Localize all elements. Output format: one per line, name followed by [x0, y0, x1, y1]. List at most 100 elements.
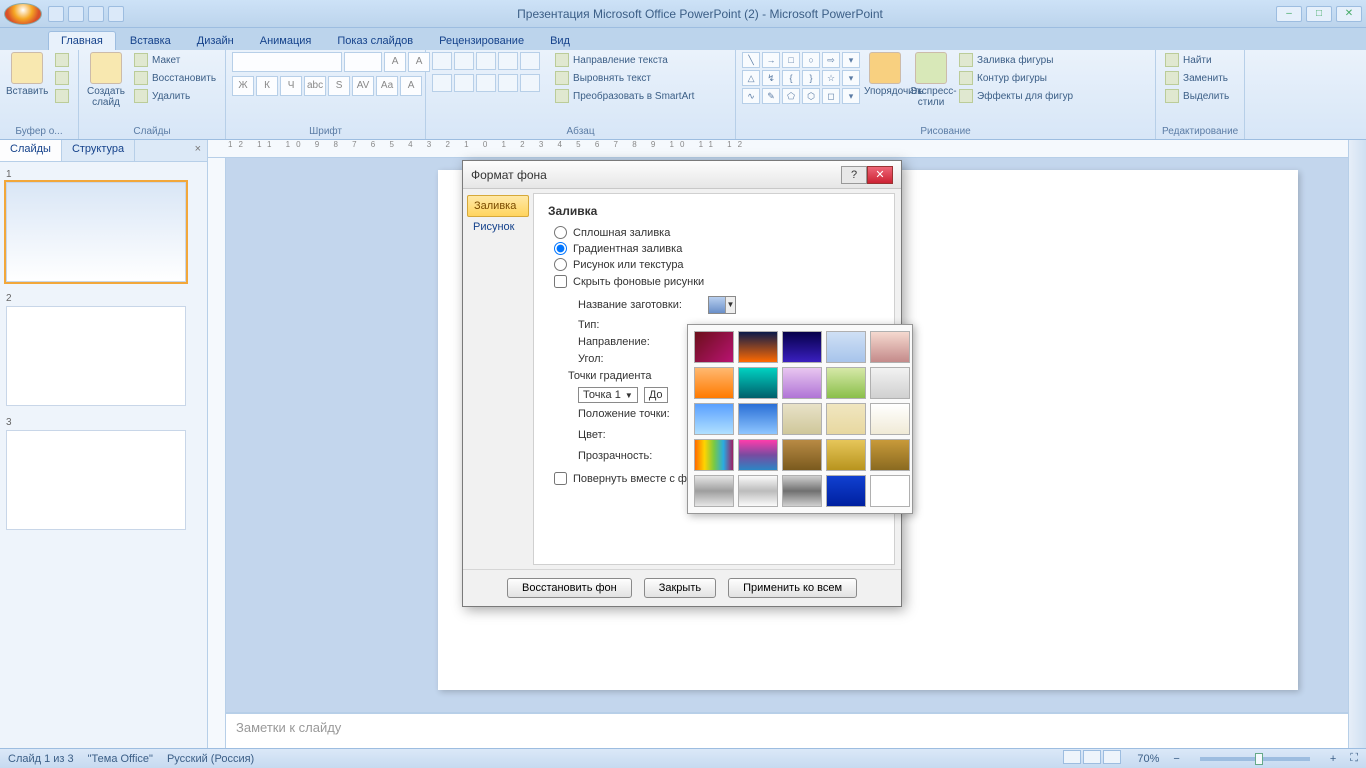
tab-slideshow[interactable]: Показ слайдов [325, 32, 425, 50]
gradient-preset-7[interactable] [738, 367, 778, 399]
tab-home[interactable]: Главная [48, 31, 116, 50]
align-center-button[interactable] [454, 74, 474, 92]
paste-button[interactable]: Вставить [6, 52, 48, 97]
gradient-preset-16[interactable] [694, 439, 734, 471]
radio-gradient[interactable]: Градиентная заливка [554, 242, 880, 255]
text-direction-button[interactable]: Направление текста [552, 52, 697, 68]
bullets-button[interactable] [432, 52, 452, 70]
gradient-preset-17[interactable] [738, 439, 778, 471]
gradient-preset-19[interactable] [826, 439, 866, 471]
apply-all-button[interactable]: Применить ко всем [728, 578, 857, 598]
shape-star-icon[interactable]: ☆ [822, 70, 840, 86]
gradient-preset-4[interactable] [826, 331, 866, 363]
shape-effects-button[interactable]: Эффекты для фигур [956, 88, 1076, 104]
vertical-scrollbar[interactable] [1348, 140, 1366, 748]
shape-rect-icon[interactable]: □ [782, 52, 800, 68]
gradient-preset-23[interactable] [782, 475, 822, 507]
shape-line-icon[interactable]: ╲ [742, 52, 760, 68]
case-button[interactable]: Aa [376, 76, 398, 96]
tab-design[interactable]: Дизайн [185, 32, 246, 50]
gradient-preset-6[interactable] [694, 367, 734, 399]
line-spacing-button[interactable] [520, 52, 540, 70]
bold-button[interactable]: Ж [232, 76, 254, 96]
columns-button[interactable] [520, 74, 540, 92]
fit-button[interactable]: ⛶ [1350, 752, 1358, 765]
add-stop-button[interactable]: До [644, 387, 668, 403]
arrange-button[interactable]: Упорядочить [864, 52, 906, 97]
zoom-in-button[interactable]: + [1330, 753, 1336, 765]
gradient-preset-21[interactable] [694, 475, 734, 507]
slide-thumb-1[interactable]: 1 [6, 168, 201, 282]
spacing-button[interactable]: AV [352, 76, 374, 96]
shape-oval-icon[interactable]: ○ [802, 52, 820, 68]
tab-insert[interactable]: Вставка [118, 32, 183, 50]
qat-more-icon[interactable] [108, 6, 124, 22]
slideshow-view-button[interactable] [1103, 750, 1121, 764]
shape-arrow-icon[interactable]: → [762, 52, 780, 68]
layout-button[interactable]: Макет [131, 52, 219, 68]
quick-styles-button[interactable]: Экспресс-стили [910, 52, 952, 108]
zoom-knob[interactable] [1255, 753, 1263, 765]
status-lang[interactable]: Русский (Россия) [167, 753, 254, 765]
indent-dec-button[interactable] [476, 52, 496, 70]
close-dialog-button[interactable]: Закрыть [644, 578, 716, 598]
gradient-preset-24[interactable] [826, 475, 866, 507]
indent-inc-button[interactable] [498, 52, 518, 70]
tab-slides[interactable]: Слайды [0, 140, 62, 161]
grow-font-button[interactable]: A [384, 52, 406, 72]
shadow-button[interactable]: S [328, 76, 350, 96]
nav-picture[interactable]: Рисунок [467, 217, 529, 237]
minimize-button[interactable]: – [1276, 6, 1302, 22]
check-hide[interactable]: Скрыть фоновые рисунки [554, 275, 880, 288]
strike-button[interactable]: abc [304, 76, 326, 96]
nav-fill[interactable]: Заливка [467, 195, 529, 217]
preset-dropdown[interactable]: ▼ [708, 296, 736, 314]
font-family-combo[interactable] [232, 52, 342, 72]
shape-tri-icon[interactable]: △ [742, 70, 760, 86]
stop-combo[interactable]: Точка 1▼ [578, 387, 638, 403]
tab-animation[interactable]: Анимация [248, 32, 324, 50]
shape-more-icon[interactable]: ▾ [842, 52, 860, 68]
tab-outline[interactable]: Структура [62, 140, 135, 161]
slide-thumb-3[interactable]: 3 [6, 416, 201, 530]
align-text-button[interactable]: Выровнять текст [552, 70, 697, 86]
gradient-preset-5[interactable] [870, 331, 910, 363]
select-button[interactable]: Выделить [1162, 88, 1232, 104]
redo-icon[interactable] [88, 6, 104, 22]
gradient-preset-14[interactable] [826, 403, 866, 435]
tab-review[interactable]: Рецензирование [427, 32, 536, 50]
gradient-preset-8[interactable] [782, 367, 822, 399]
gradient-preset-18[interactable] [782, 439, 822, 471]
shape-free-icon[interactable]: ✎ [762, 88, 780, 104]
italic-button[interactable]: К [256, 76, 278, 96]
radio-solid[interactable]: Сплошная заливка [554, 226, 880, 239]
gradient-preset-10[interactable] [870, 367, 910, 399]
office-button[interactable] [4, 3, 42, 25]
tab-view[interactable]: Вид [538, 32, 582, 50]
cut-button[interactable] [52, 52, 72, 68]
zoom-slider[interactable] [1200, 757, 1310, 761]
gradient-preset-22[interactable] [738, 475, 778, 507]
gradient-preset-20[interactable] [870, 439, 910, 471]
shape-callout-icon[interactable]: ◻ [822, 88, 840, 104]
normal-view-button[interactable] [1063, 750, 1081, 764]
sorter-view-button[interactable] [1083, 750, 1101, 764]
shapes-gallery[interactable]: ╲→□○⇨▾ △↯{}☆▾ ∿✎⬠⬡◻▾ [742, 52, 860, 104]
zoom-level[interactable]: 70% [1137, 753, 1159, 765]
shape-hex-icon[interactable]: ⬡ [802, 88, 820, 104]
shape-connector-icon[interactable]: ↯ [762, 70, 780, 86]
maximize-button[interactable]: □ [1306, 6, 1332, 22]
gradient-preset-15[interactable] [870, 403, 910, 435]
underline-button[interactable]: Ч [280, 76, 302, 96]
radio-picture[interactable]: Рисунок или текстура [554, 258, 880, 271]
smartart-button[interactable]: Преобразовать в SmartArt [552, 88, 697, 104]
dialog-help-button[interactable]: ? [841, 166, 867, 184]
align-justify-button[interactable] [498, 74, 518, 92]
shape-more3-icon[interactable]: ▾ [842, 88, 860, 104]
find-button[interactable]: Найти [1162, 52, 1232, 68]
shape-brace-icon[interactable]: { [782, 70, 800, 86]
gradient-preset-2[interactable] [738, 331, 778, 363]
shape-poly-icon[interactable]: ⬠ [782, 88, 800, 104]
gradient-preset-25[interactable] [870, 475, 910, 507]
save-icon[interactable] [48, 6, 64, 22]
